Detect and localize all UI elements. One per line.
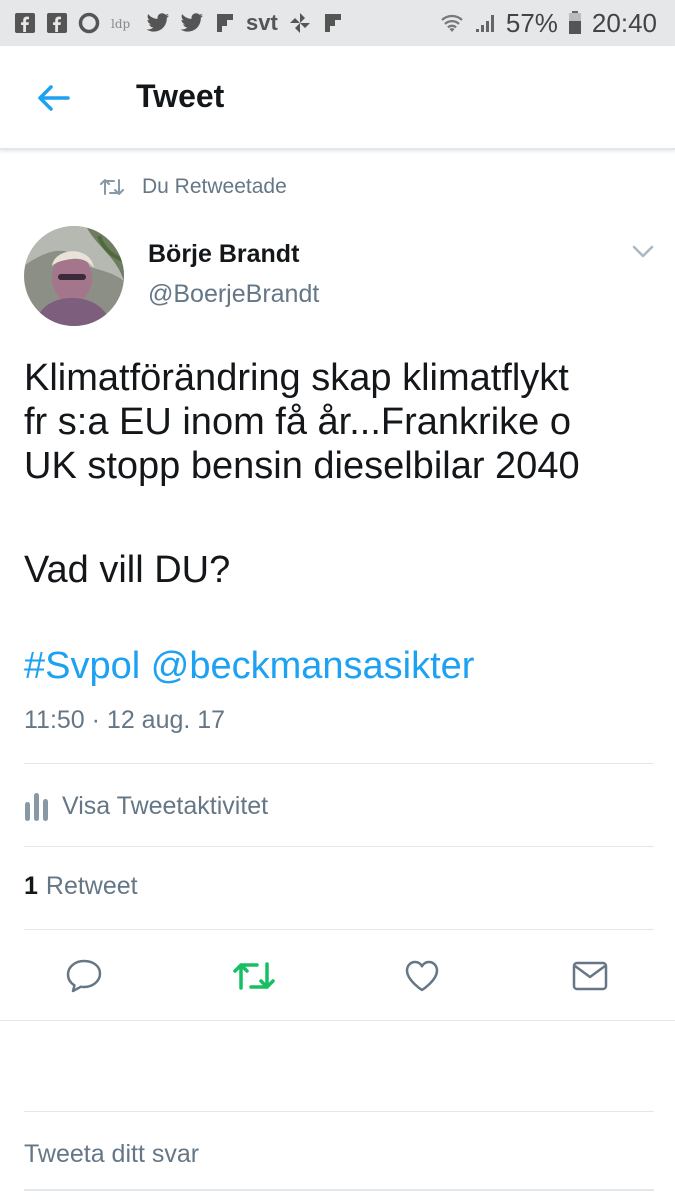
retweet-context: Du Retweetade: [100, 172, 287, 202]
opera-icon: [78, 12, 100, 34]
tweet-text-line: Klimatförändring skap klimatflykt: [24, 357, 569, 399]
status-bar: ldp svt 57% 20:40: [0, 0, 675, 46]
retweet-context-label: Du Retweetade: [142, 175, 287, 198]
hashtag-link[interactable]: #Svpol: [24, 645, 140, 687]
signal-icon: [474, 12, 496, 34]
retweet-icon: [233, 962, 275, 990]
tweet-links: #Svpol @beckmansasikter: [24, 644, 474, 688]
facebook-icon: [46, 12, 68, 34]
status-bar-system: 57% 20:40: [440, 0, 657, 46]
tweet-question: Vad vill DU?: [24, 549, 231, 591]
status-bar-notifications: ldp svt: [14, 0, 344, 46]
author-name[interactable]: Börje Brandt: [148, 240, 299, 269]
pinwheel-icon: [288, 11, 312, 35]
twitter-icon: [146, 12, 170, 34]
reply-area: [0, 1020, 675, 1200]
flipboard-icon: [322, 12, 344, 34]
tweet-actions: [0, 950, 675, 1002]
app-header: Tweet: [0, 46, 675, 150]
tweet-timestamp: 11:50 · 12 aug. 17: [24, 706, 226, 734]
app-icon: ldp: [110, 12, 136, 34]
svg-text:ldp: ldp: [111, 17, 131, 31]
reply-input[interactable]: [24, 1140, 654, 1169]
retweet-icon: [100, 179, 124, 195]
envelope-icon: [572, 961, 608, 991]
reply-box: [24, 1111, 654, 1191]
author-handle[interactable]: @BoerjeBrandt: [148, 280, 319, 309]
tweet-activity-label: Visa Tweetaktivitet: [62, 791, 269, 820]
analytics-icon: [25, 793, 48, 821]
tweet-text-line: UK stopp bensin dieselbilar 2040: [24, 445, 580, 487]
wifi-icon: [440, 12, 464, 34]
tweet-text: Klimatförändring skap klimatflykt fr s:a…: [24, 356, 654, 488]
svt-label: svt: [246, 10, 278, 35]
divider: [24, 763, 654, 764]
direct-message-button[interactable]: [564, 950, 616, 1002]
like-button[interactable]: [396, 950, 448, 1002]
page-title: Tweet: [136, 78, 225, 114]
battery-percent: 57%: [505, 7, 558, 38]
chevron-down-icon: [632, 245, 654, 258]
divider: [24, 846, 654, 847]
retweet-count[interactable]: 1 Retweet: [24, 872, 138, 901]
retweet-count-label: Retweet: [45, 872, 138, 900]
clock: 20:40: [591, 7, 657, 38]
back-arrow-icon: [38, 85, 70, 111]
back-button[interactable]: [30, 76, 76, 120]
avatar[interactable]: [24, 226, 124, 326]
facebook-icon: [14, 12, 36, 34]
twitter-icon: [180, 12, 204, 34]
heart-icon: [405, 960, 439, 992]
tweet-text-line: fr s:a EU inom få år...Frankrike o: [24, 401, 571, 443]
battery-icon: [568, 11, 582, 35]
retweet-button[interactable]: [228, 950, 280, 1002]
divider: [24, 929, 654, 930]
tweet-options-button[interactable]: [628, 238, 658, 266]
reply-button[interactable]: [58, 950, 110, 1002]
retweet-count-number: 1: [24, 872, 38, 900]
flipboard-icon: [214, 12, 236, 34]
reply-icon: [66, 959, 102, 993]
tweet-activity-button[interactable]: Visa Tweetaktivitet: [24, 784, 268, 828]
mention-link[interactable]: @beckmansasikter: [151, 645, 475, 687]
